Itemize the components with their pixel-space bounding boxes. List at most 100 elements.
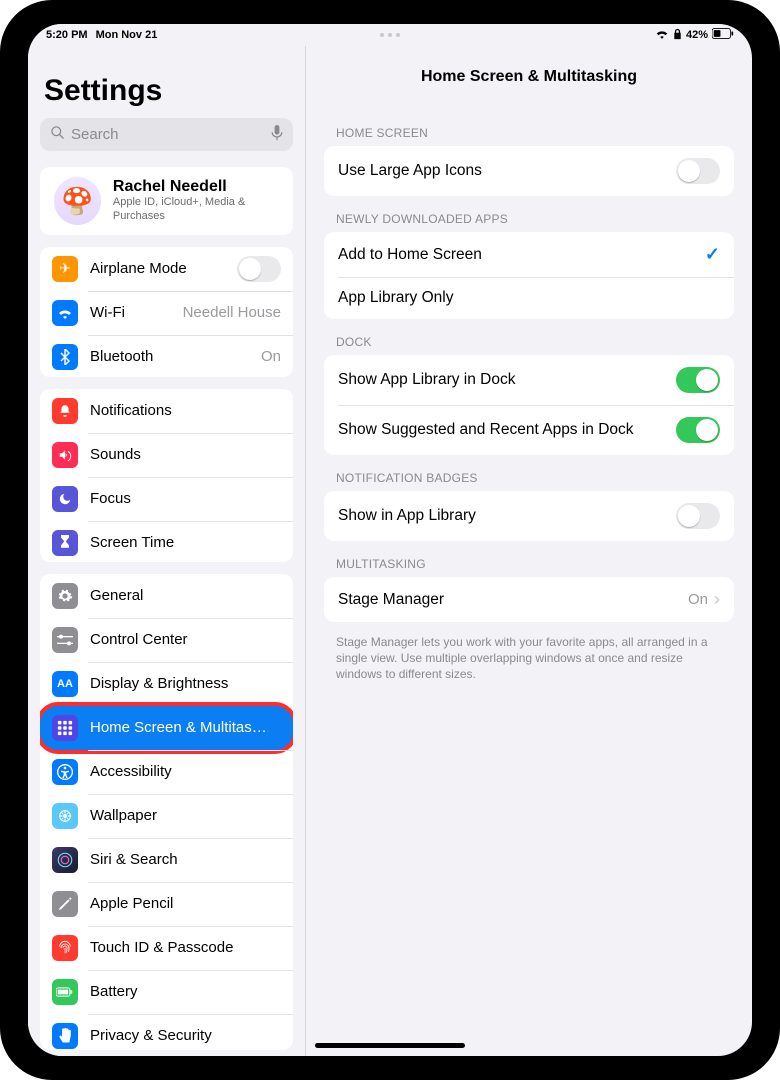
wallpaper-icon (52, 803, 78, 829)
sidebar-item-screen-time[interactable]: Screen Time (40, 521, 293, 562)
search-placeholder: Search (71, 126, 119, 143)
profile-subtitle: Apple ID, iCloud+, Media & Purchases (113, 196, 279, 224)
moon-icon (52, 486, 78, 512)
section-header-newly-downloaded: NEWLY DOWNLOADED APPS (306, 202, 752, 232)
sidebar-item-control-center[interactable]: Control Center (40, 618, 293, 662)
chevron-right-icon: › (714, 589, 720, 610)
search-input[interactable]: Search (40, 118, 293, 151)
suggested-dock-toggle[interactable] (676, 417, 720, 443)
row-label: Show App Library in Dock (338, 371, 515, 389)
gear-icon (52, 583, 78, 609)
multitask-dots-icon[interactable] (380, 33, 400, 37)
sidebar-item-accessibility[interactable]: Accessibility (40, 750, 293, 794)
row-label: Stage Manager (338, 591, 444, 609)
row-label: Add to Home Screen (338, 246, 482, 264)
sliders-icon (52, 627, 78, 653)
row-app-library-only[interactable]: App Library Only (324, 277, 734, 319)
sidebar-item-label: Display & Brightness (90, 675, 281, 692)
speaker-icon (52, 442, 78, 468)
sidebar-item-label: Home Screen & Multitas… (90, 719, 281, 736)
sidebar-item-label: Screen Time (90, 534, 281, 551)
stage-manager-value: On (688, 591, 708, 608)
battery-percent: 42% (686, 29, 708, 41)
sidebar-item-battery[interactable]: Battery (40, 970, 293, 1014)
row-show-in-app-library[interactable]: Show in App Library (324, 491, 734, 541)
status-date: Mon Nov 21 (96, 29, 158, 41)
sidebar-item-notifications[interactable]: Notifications (40, 389, 293, 433)
sidebar-item-wifi[interactable]: Wi-Fi Needell House (40, 291, 293, 335)
page-title: Settings (28, 46, 305, 114)
siri-icon (52, 847, 78, 873)
grid-icon (52, 715, 78, 741)
mic-icon[interactable] (271, 125, 283, 145)
airplane-toggle[interactable] (237, 256, 281, 282)
row-label: Show Suggested and Recent Apps in Dock (338, 421, 634, 439)
row-stage-manager[interactable]: Stage Manager On › (324, 577, 734, 622)
sidebar-item-label: Sounds (90, 446, 281, 463)
sidebar-item-label: Control Center (90, 631, 281, 648)
avatar: 🍄 (54, 177, 101, 225)
section-header-dock: DOCK (306, 325, 752, 355)
sidebar-item-general[interactable]: General (40, 574, 293, 618)
row-show-suggested-dock[interactable]: Show Suggested and Recent Apps in Dock (324, 405, 734, 455)
apple-id-profile[interactable]: 🍄 Rachel Needell Apple ID, iCloud+, Medi… (40, 167, 293, 234)
sidebar-item-touchid[interactable]: Touch ID & Passcode (40, 926, 293, 970)
sidebar-item-label: Focus (90, 490, 281, 507)
sidebar-item-wallpaper[interactable]: Wallpaper (40, 794, 293, 838)
sidebar-item-label: Siri & Search (90, 851, 281, 868)
sidebar-item-label: Wallpaper (90, 807, 281, 824)
row-label: Show in App Library (338, 507, 476, 525)
bell-icon (52, 398, 78, 424)
sidebar-item-bluetooth[interactable]: Bluetooth On (40, 335, 293, 377)
row-show-app-library-dock[interactable]: Show App Library in Dock (324, 355, 734, 405)
row-label: Use Large App Icons (338, 162, 482, 180)
sidebar-item-label: General (90, 587, 281, 604)
home-indicator[interactable] (315, 1043, 465, 1048)
battery-icon (712, 28, 734, 42)
sidebar-item-label: Apple Pencil (90, 895, 281, 912)
sidebar-item-home-screen[interactable]: Home Screen & Multitas… (40, 706, 293, 750)
sidebar-item-label: Accessibility (90, 763, 281, 780)
sidebar-item-apple-pencil[interactable]: Apple Pencil (40, 882, 293, 926)
sidebar-item-label: Airplane Mode (90, 260, 225, 277)
fingerprint-icon (52, 935, 78, 961)
lock-icon (673, 28, 682, 43)
detail-title: Home Screen & Multitasking (306, 46, 752, 116)
hand-icon (52, 1023, 78, 1049)
sidebar-item-label: Privacy & Security (90, 1027, 281, 1044)
bluetooth-icon (52, 344, 78, 370)
row-large-app-icons[interactable]: Use Large App Icons (324, 146, 734, 196)
row-label: App Library Only (338, 289, 453, 307)
sidebar-item-label: Touch ID & Passcode (90, 939, 281, 956)
sidebar-item-label: Wi-Fi (90, 304, 171, 321)
row-add-to-home[interactable]: Add to Home Screen ✓ (324, 232, 734, 277)
wifi-network-value: Needell House (183, 304, 281, 321)
section-header-multitasking: MULTITASKING (306, 547, 752, 577)
badges-app-library-toggle[interactable] (676, 503, 720, 529)
section-header-home-screen: HOME SCREEN (306, 116, 752, 146)
battery-settings-icon (52, 979, 78, 1005)
detail-pane: Home Screen & Multitasking HOME SCREEN U… (306, 46, 752, 1056)
airplane-icon: ✈︎ (52, 256, 78, 282)
status-bar: 5:20 PM Mon Nov 21 42% (28, 24, 752, 46)
section-header-badges: NOTIFICATION BADGES (306, 461, 752, 491)
app-library-dock-toggle[interactable] (676, 367, 720, 393)
sidebar-item-airplane[interactable]: ✈︎ Airplane Mode (40, 247, 293, 291)
stage-manager-footer: Stage Manager lets you work with your fa… (306, 628, 752, 689)
bluetooth-status-value: On (261, 348, 281, 365)
wifi-icon (655, 28, 669, 42)
sidebar-item-sounds[interactable]: Sounds (40, 433, 293, 477)
sidebar-item-siri[interactable]: Siri & Search (40, 838, 293, 882)
sidebar-item-label: Battery (90, 983, 281, 1000)
sidebar-item-privacy[interactable]: Privacy & Security (40, 1014, 293, 1050)
search-icon (50, 125, 65, 144)
sidebar-item-display[interactable]: AA Display & Brightness (40, 662, 293, 706)
accessibility-icon (52, 759, 78, 785)
settings-sidebar: Settings Search 🍄 Rachel Needell Apple I… (28, 46, 306, 1056)
status-time: 5:20 PM (46, 29, 88, 41)
large-icons-toggle[interactable] (676, 158, 720, 184)
hourglass-icon (52, 530, 78, 556)
checkmark-icon: ✓ (705, 244, 720, 265)
sidebar-item-focus[interactable]: Focus (40, 477, 293, 521)
sidebar-item-label: Notifications (90, 402, 281, 419)
